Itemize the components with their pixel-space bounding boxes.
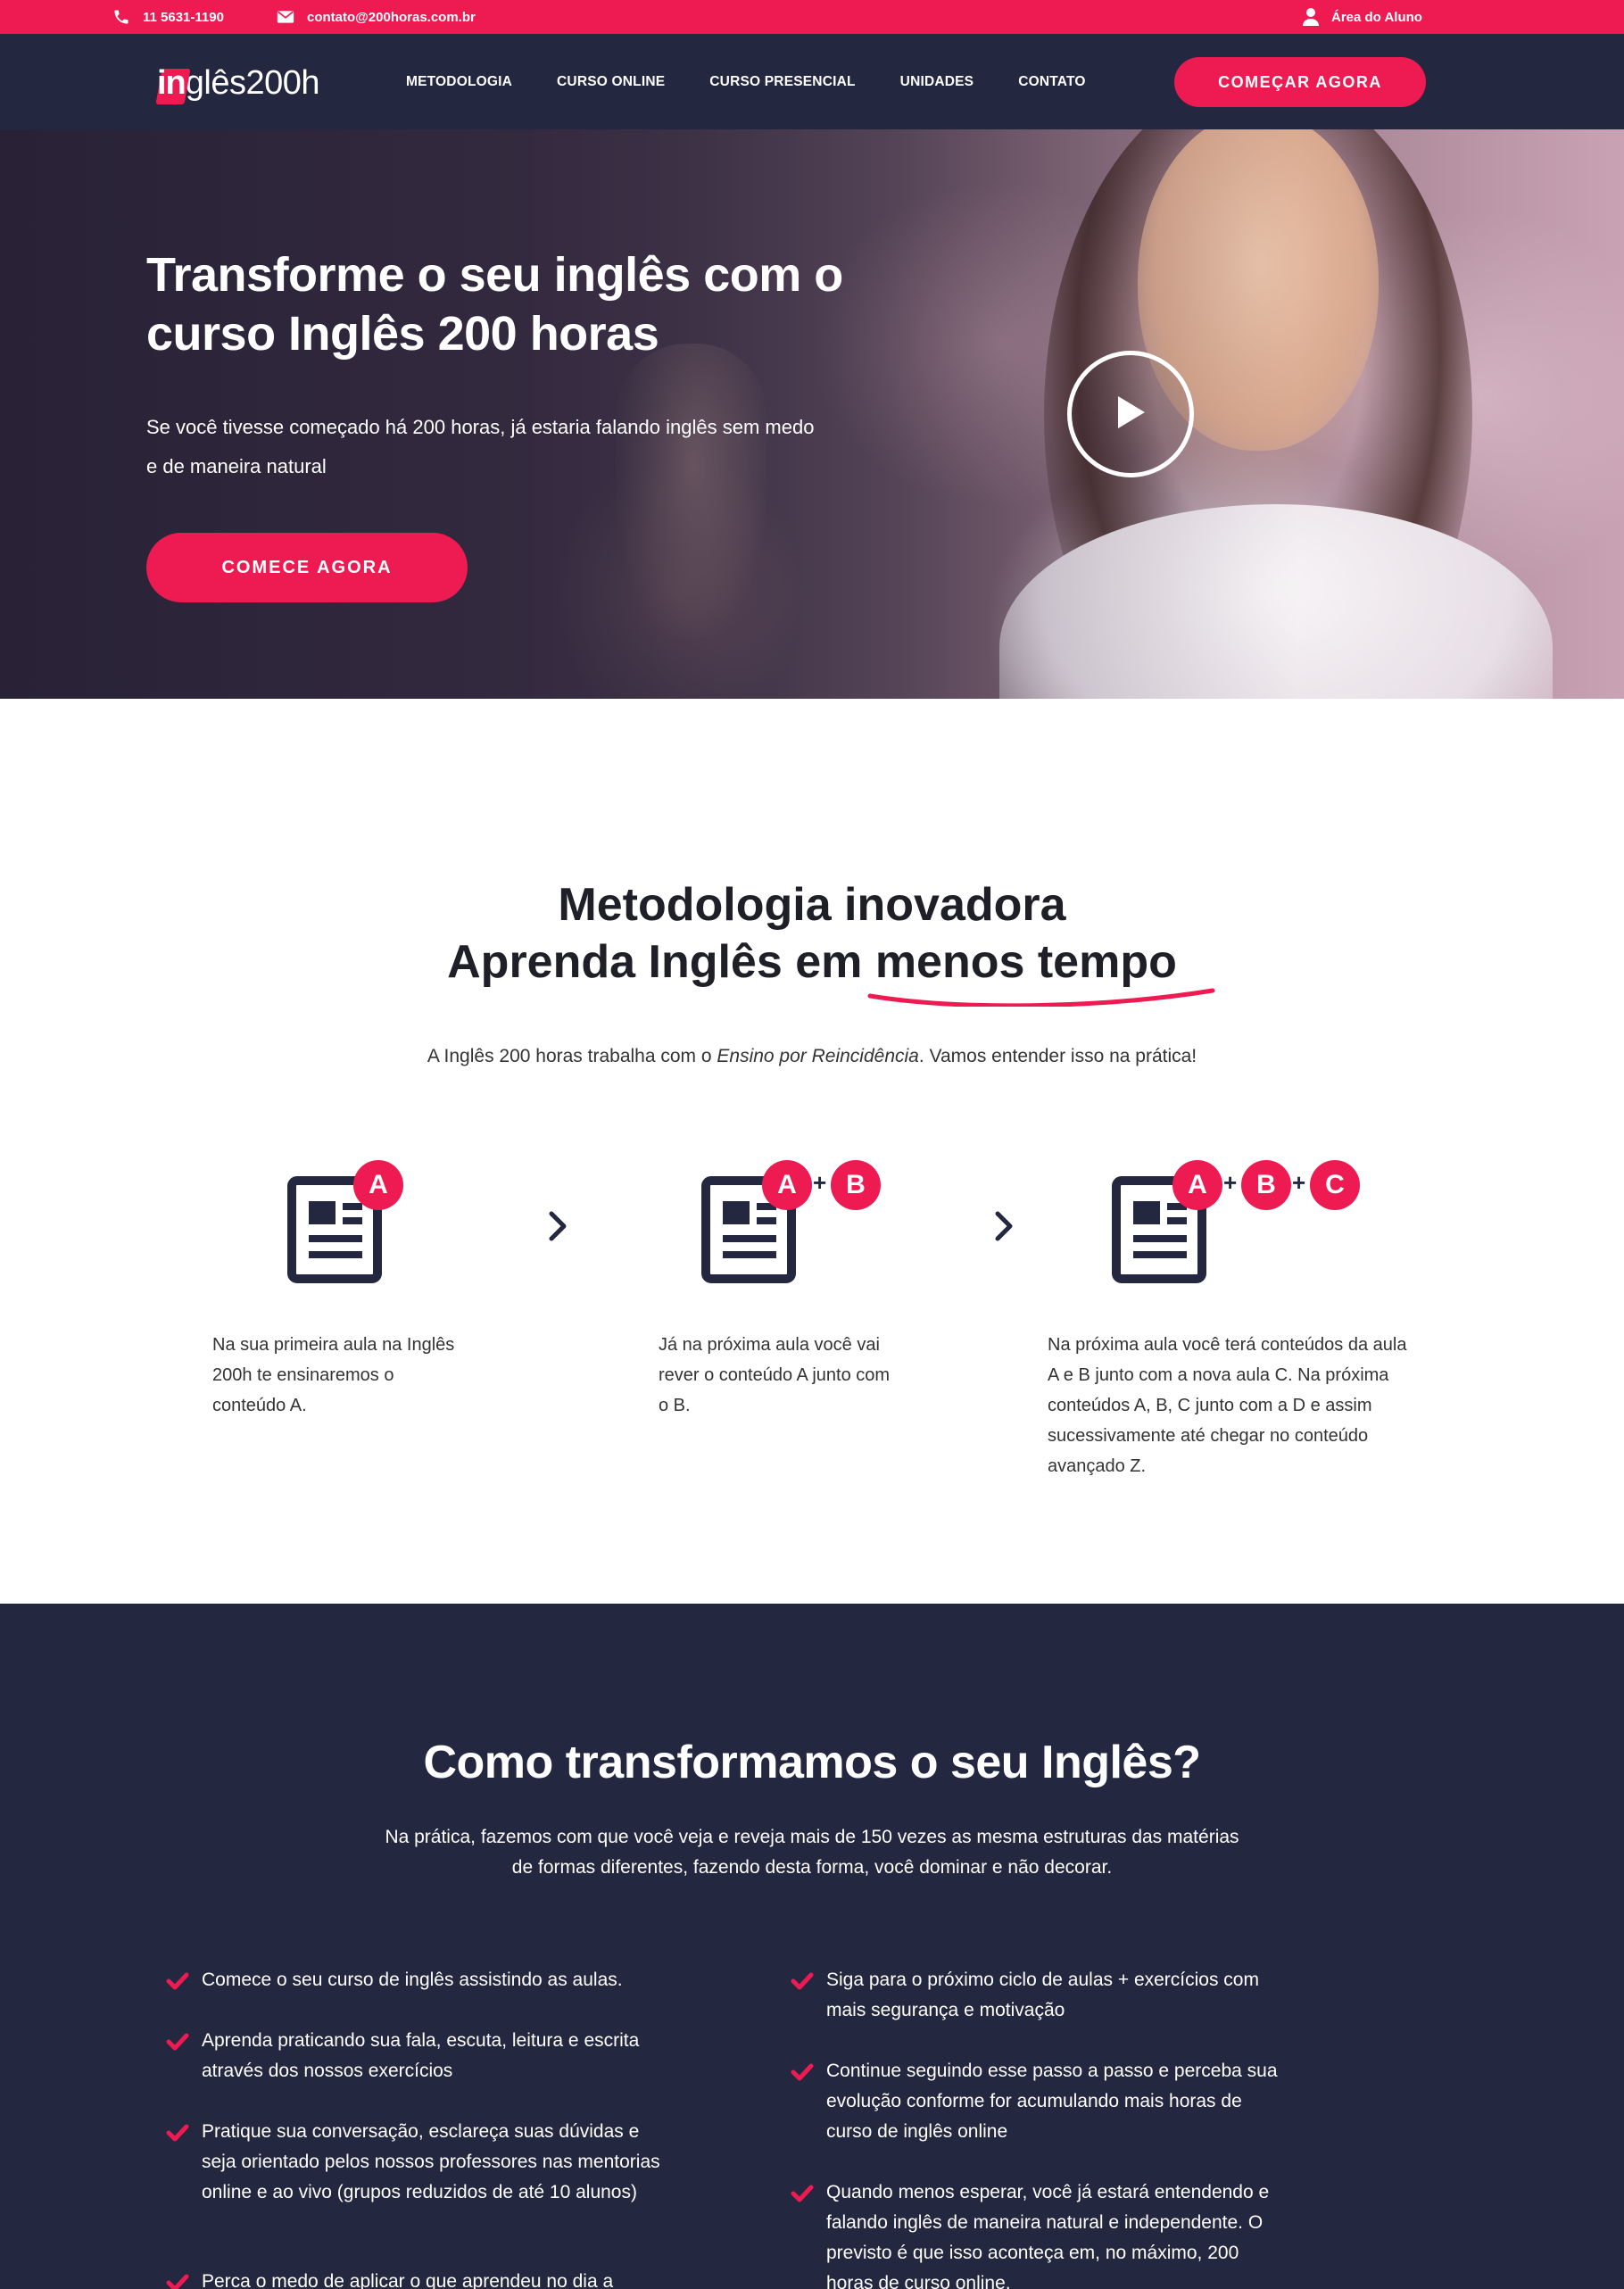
site-logo[interactable]: in glês200h bbox=[155, 61, 320, 105]
phone-contact[interactable]: 11 5631-1190 bbox=[112, 0, 224, 34]
email-address: contato@200horas.com.br bbox=[307, 9, 476, 25]
nav-item-curso-online[interactable]: CURSO ONLINE bbox=[557, 74, 665, 90]
step-3-badge-c: C bbox=[1310, 1160, 1360, 1210]
main-navigation: in glês200h METODOLOGIA CURSO ONLINE CUR… bbox=[0, 34, 1624, 129]
hero-subtitle: Se você tivesse começado há 200 horas, j… bbox=[146, 416, 815, 477]
step-1-text: Na sua primeira aula na Inglês 200h te e… bbox=[212, 1335, 455, 1415]
methodology-desc-prefix: A Inglês 200 horas trabalha com o bbox=[427, 1046, 717, 1066]
checklist-item: Aprenda praticando sua fala, escuta, lei… bbox=[166, 2026, 648, 2086]
video-play-button[interactable] bbox=[1067, 351, 1194, 477]
checklist-item: Pratique sua conversação, esclareça suas… bbox=[166, 2117, 666, 2208]
student-area-label: Área do Aluno bbox=[1331, 9, 1422, 25]
check-icon bbox=[791, 2185, 814, 2202]
checklist-item: Perca o medo de aplicar o que aprendeu n… bbox=[166, 2267, 666, 2289]
methodology-desc-emphasis: Ensino por Reincidência bbox=[717, 1046, 919, 1066]
checklist-text: Pratique sua conversação, esclareça suas… bbox=[202, 2121, 660, 2202]
check-icon bbox=[166, 2033, 189, 2051]
student-area-link[interactable]: Área do Aluno bbox=[1303, 0, 1422, 34]
plus-sign: + bbox=[1292, 1169, 1306, 1196]
check-icon bbox=[791, 1972, 814, 1990]
hero-title: Transforme o seu inglês com o curso Ingl… bbox=[146, 248, 843, 361]
nav-item-unidades[interactable]: UNIDADES bbox=[900, 74, 974, 90]
methodology-desc-suffix: . Vamos entender isso na prática! bbox=[918, 1046, 1197, 1066]
chevron-right-icon bbox=[995, 1211, 1013, 1241]
step-3-badge-a: A bbox=[1172, 1160, 1222, 1210]
checklist-item: Siga para o próximo ciclo de aulas + exe… bbox=[791, 1965, 1290, 2026]
methodology-title-line1: Metodologia inovadora bbox=[558, 879, 1066, 931]
checklist-text: Comece o seu curso de inglês assistindo … bbox=[202, 1970, 623, 1990]
nav-item-contato[interactable]: CONTATO bbox=[1018, 74, 1085, 90]
step-3-badge-b: B bbox=[1241, 1160, 1291, 1210]
plus-sign: + bbox=[813, 1169, 827, 1196]
chevron-right-icon bbox=[549, 1211, 567, 1241]
checklist-text: Aprenda praticando sua fala, escuta, lei… bbox=[202, 2030, 640, 2081]
logo-text-rest: glês200h bbox=[185, 63, 320, 102]
methodology-title-prefix: Aprenda Inglês em bbox=[447, 936, 875, 988]
start-now-button[interactable]: COMEÇAR AGORA bbox=[1174, 57, 1426, 107]
start-now-hero-button[interactable]: COMECE AGORA bbox=[146, 533, 468, 602]
underline-swoosh-icon bbox=[867, 988, 1215, 1007]
how-we-transform-title: Como transformamos o seu Inglês? bbox=[423, 1737, 1201, 1788]
checklist-text: Perca o medo de aplicar o que aprendeu n… bbox=[202, 2271, 614, 2289]
nav-menu: METODOLOGIA CURSO ONLINE CURSO PRESENCIA… bbox=[406, 34, 1131, 129]
methodology-title-highlight: menos tempo bbox=[867, 933, 1215, 1007]
step-1-badge-a: A bbox=[353, 1160, 403, 1210]
how-we-transform-section: Como transformamos o seu Inglês? Na prát… bbox=[0, 1604, 1624, 2289]
logo-text-in: in bbox=[157, 63, 186, 102]
plus-sign: + bbox=[1223, 1169, 1238, 1196]
play-icon bbox=[1113, 393, 1148, 436]
check-icon bbox=[791, 2063, 814, 2081]
user-icon bbox=[1303, 8, 1319, 26]
check-icon bbox=[166, 2124, 189, 2142]
checklist-text: Siga para o próximo ciclo de aulas + exe… bbox=[826, 1970, 1259, 2020]
methodology-title: Metodologia inovadora Aprenda Inglês em … bbox=[0, 876, 1624, 1007]
step-2-text: Já na próxima aula você vai rever o cont… bbox=[659, 1335, 891, 1415]
nav-item-metodologia[interactable]: METODOLOGIA bbox=[406, 74, 512, 90]
top-contact-bar: 11 5631-1190 contato@200horas.com.br Áre… bbox=[0, 0, 1624, 34]
phone-number: 11 5631-1190 bbox=[143, 9, 224, 25]
checklist-item: Continue seguindo esse passo a passo e p… bbox=[791, 2056, 1290, 2147]
phone-icon bbox=[112, 8, 130, 26]
step-2-badge-a: A bbox=[762, 1160, 812, 1210]
checklist-text: Quando menos esperar, você já estará ent… bbox=[826, 2182, 1270, 2289]
intro-line-1: Na prática, fazemos com que você veja e … bbox=[385, 1827, 1239, 1847]
nav-item-curso-presencial[interactable]: CURSO PRESENCIAL bbox=[709, 74, 855, 90]
check-icon bbox=[166, 1972, 189, 1990]
checklist-item: Quando menos esperar, você já estará ent… bbox=[791, 2177, 1290, 2289]
methodology-description: A Inglês 200 horas trabalha com o Ensino… bbox=[0, 1046, 1624, 1067]
checklist-item: Comece o seu curso de inglês assistindo … bbox=[166, 1965, 666, 1995]
intro-line-2: de formas diferentes, fazendo desta form… bbox=[511, 1857, 1113, 1878]
checklist-text: Continue seguindo esse passo a passo e p… bbox=[826, 2061, 1278, 2142]
step-2-badge-b: B bbox=[831, 1160, 881, 1210]
logo-mark: in bbox=[155, 61, 191, 105]
how-we-transform-intro: Na prática, fazemos com que você veja e … bbox=[0, 1822, 1624, 1883]
step-3-text: Na próxima aula você terá conteúdos da a… bbox=[1048, 1335, 1407, 1476]
hero-banner: Transforme o seu inglês com o curso Ingl… bbox=[0, 129, 1624, 699]
email-contact[interactable]: contato@200horas.com.br bbox=[277, 0, 476, 34]
methodology-title-line2: Aprenda Inglês em menos tempo bbox=[0, 933, 1624, 1007]
envelope-icon bbox=[277, 10, 294, 24]
check-icon bbox=[166, 2274, 189, 2289]
